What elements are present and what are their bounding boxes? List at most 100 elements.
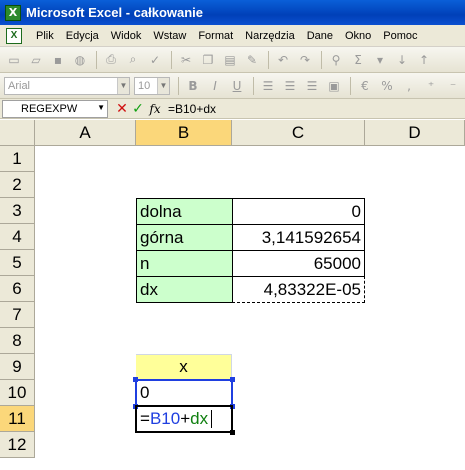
permission-icon[interactable]: ◍ xyxy=(70,50,90,70)
column-header-a[interactable]: A xyxy=(35,120,136,146)
row-header-10[interactable]: 10 xyxy=(0,380,35,406)
menu-edycja[interactable]: Edycja xyxy=(60,30,105,42)
menu-pomoc[interactable]: Pomoc xyxy=(377,30,423,42)
cell-c3[interactable]: 0 xyxy=(232,198,365,225)
name-box-value: REGEXPW xyxy=(21,102,78,115)
italic-button[interactable]: I xyxy=(205,76,225,96)
font-size-value: 10 xyxy=(138,79,151,92)
cell-b10[interactable]: 0 xyxy=(135,379,233,407)
column-header-d[interactable]: D xyxy=(365,120,465,146)
font-name-combo[interactable]: Arial ▼ xyxy=(4,76,130,95)
chevron-down-icon[interactable]: ▼ xyxy=(97,103,105,112)
cell-c6[interactable]: 4,83322E-05 xyxy=(232,276,365,303)
undo-icon[interactable]: ↶ xyxy=(273,50,293,70)
cancel-icon[interactable]: ✕ xyxy=(114,100,130,117)
text-caret xyxy=(211,410,213,428)
cell-c5[interactable]: 65000 xyxy=(232,250,365,277)
row-header-9[interactable]: 9 xyxy=(0,354,35,380)
column-header-b[interactable]: B xyxy=(136,120,232,146)
menu-plik[interactable]: Plik xyxy=(30,30,60,42)
chevron-down-icon[interactable]: ▾ xyxy=(370,50,390,70)
autosum-icon[interactable]: Σ xyxy=(348,50,368,70)
print-icon[interactable]: ⎙ xyxy=(101,50,121,70)
toolbar-separator xyxy=(321,50,322,69)
cell-b6[interactable]: dx xyxy=(136,276,233,303)
row-header-7[interactable]: 7 xyxy=(0,302,35,328)
cut-icon[interactable]: ✂ xyxy=(176,50,196,70)
workbook-icon[interactable]: X xyxy=(6,27,22,44)
formula-ref-dx: dx xyxy=(190,409,209,428)
row-header-3[interactable]: 3 xyxy=(0,198,35,224)
menu-wstaw[interactable]: Wstaw xyxy=(147,30,192,42)
toolbar-separator xyxy=(350,76,351,95)
formula-content[interactable]: =B10+dx xyxy=(168,102,216,116)
comma-style-icon[interactable]: , xyxy=(399,76,419,96)
align-left-icon[interactable]: ☰ xyxy=(258,76,278,96)
toolbar-separator xyxy=(178,76,179,95)
increase-decimal-icon[interactable]: ⁺ xyxy=(421,76,441,96)
reference-handle[interactable] xyxy=(133,377,138,382)
spelling-icon[interactable]: ✓ xyxy=(145,50,165,70)
cell-b5[interactable]: n xyxy=(136,250,233,277)
formula-plus: + xyxy=(180,409,191,428)
menu-format[interactable]: Format xyxy=(192,30,239,42)
bold-button[interactable]: B xyxy=(183,76,203,96)
currency-icon[interactable]: € xyxy=(355,76,375,96)
menu-narzedzia[interactable]: Narzędzia xyxy=(239,30,301,42)
formula-ref-b10: B10 xyxy=(149,409,181,428)
formatting-toolbar: Arial ▼ 10 ▼ B I U ☰ ☰ ☰ ▣ € % , ⁺ ⁻ xyxy=(0,73,465,99)
select-all-corner[interactable] xyxy=(0,120,35,146)
percent-button[interactable]: % xyxy=(377,76,397,96)
save-icon[interactable]: ▪ xyxy=(48,50,68,70)
toolbar-separator xyxy=(253,76,254,95)
name-box[interactable]: REGEXPW ▼ xyxy=(2,99,108,118)
align-center-icon[interactable]: ☰ xyxy=(280,76,300,96)
row-header-5[interactable]: 5 xyxy=(0,250,35,276)
column-header-c[interactable]: C xyxy=(232,120,365,146)
formula-bar: REGEXPW ▼ ✕ ✓ fx =B10+dx xyxy=(0,99,465,119)
reference-handle[interactable] xyxy=(230,377,235,382)
underline-button[interactable]: U xyxy=(227,76,247,96)
title-bar: X Microsoft Excel - całkowanie xyxy=(0,0,465,25)
toolbar-separator xyxy=(96,50,97,69)
chevron-down-icon[interactable]: ▼ xyxy=(157,77,169,94)
cell-b4[interactable]: górna xyxy=(136,224,233,251)
insert-function-icon[interactable]: fx xyxy=(146,102,164,116)
decrease-decimal-icon[interactable]: ⁻ xyxy=(443,76,463,96)
toolbar-separator xyxy=(268,50,269,69)
row-header-8[interactable]: 8 xyxy=(0,328,35,354)
align-right-icon[interactable]: ☰ xyxy=(302,76,322,96)
cell-c4[interactable]: 3,141592654 xyxy=(232,224,365,251)
hyperlink-icon[interactable]: ⚲ xyxy=(326,50,346,70)
menu-okno[interactable]: Okno xyxy=(339,30,377,42)
row-header-4[interactable]: 4 xyxy=(0,224,35,250)
fill-handle[interactable] xyxy=(230,430,235,435)
paste-icon[interactable]: ▤ xyxy=(220,50,240,70)
new-icon[interactable]: ▭ xyxy=(4,50,24,70)
merge-center-icon[interactable]: ▣ xyxy=(324,76,344,96)
menu-widok[interactable]: Widok xyxy=(105,30,148,42)
font-size-combo[interactable]: 10 ▼ xyxy=(134,76,170,95)
window-title: Microsoft Excel - całkowanie xyxy=(26,5,204,20)
sort-descending-icon[interactable]: ↑ xyxy=(414,50,434,70)
row-header-1[interactable]: 1 xyxy=(0,146,35,172)
cell-b11-editing[interactable]: = B10 + dx xyxy=(135,405,233,433)
copy-icon[interactable]: ❐ xyxy=(198,50,218,70)
formula-equals: = xyxy=(140,409,150,428)
menu-dane[interactable]: Dane xyxy=(301,30,339,42)
row-header-11[interactable]: 11 xyxy=(0,406,35,432)
cell-b3[interactable]: dolna xyxy=(136,198,233,225)
enter-icon[interactable]: ✓ xyxy=(130,100,146,117)
row-header-12[interactable]: 12 xyxy=(0,432,35,458)
row-header-6[interactable]: 6 xyxy=(0,276,35,302)
chevron-down-icon[interactable]: ▼ xyxy=(117,77,129,94)
print-preview-icon[interactable]: ⌕ xyxy=(123,50,143,70)
cell-b9[interactable]: x xyxy=(136,354,232,380)
open-icon[interactable]: ▱ xyxy=(26,50,46,70)
excel-icon[interactable]: X xyxy=(5,4,21,21)
format-painter-icon[interactable]: ✎ xyxy=(242,50,262,70)
sort-ascending-icon[interactable]: ↓ xyxy=(392,50,412,70)
row-header-2[interactable]: 2 xyxy=(0,172,35,198)
toolbar-separator xyxy=(171,50,172,69)
redo-icon[interactable]: ↷ xyxy=(295,50,315,70)
